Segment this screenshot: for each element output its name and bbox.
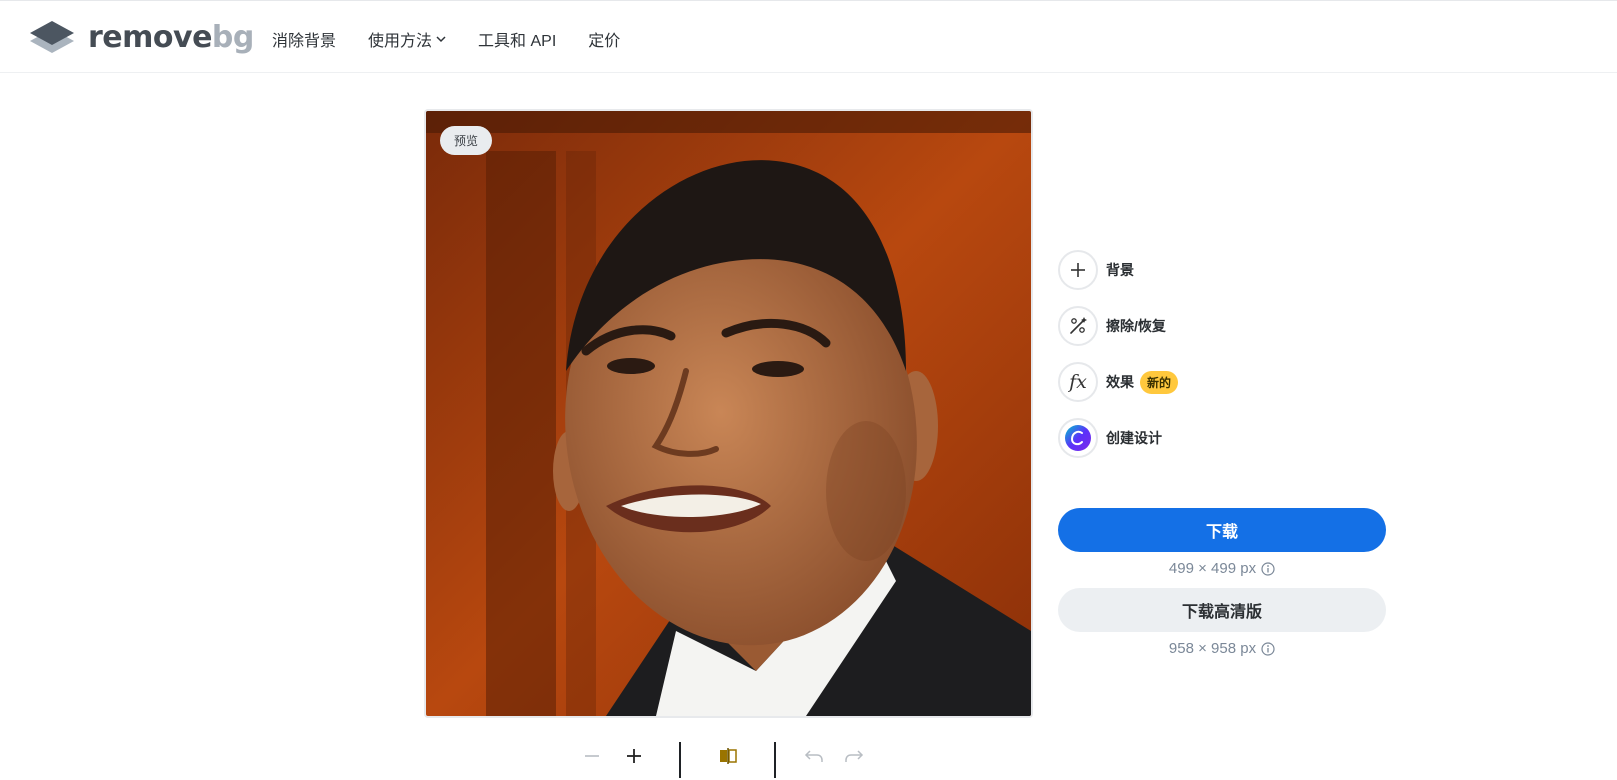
portrait-image — [426, 111, 1031, 716]
plus-icon — [1058, 250, 1098, 290]
zoom-in-icon[interactable] — [620, 742, 648, 770]
layers-logo-icon — [30, 21, 74, 53]
download-hd-size: 958 × 958 px — [1168, 640, 1257, 657]
redo-icon[interactable] — [840, 742, 868, 770]
nav-remove-background[interactable]: 消除背景 — [272, 27, 336, 51]
nav-label: 消除背景 — [272, 33, 337, 50]
magic-brush-icon — [1058, 306, 1098, 346]
toolbar-divider — [679, 742, 681, 778]
download-hd-size-info: 958 × 958 px — [1058, 640, 1386, 657]
logo-word-bg: bg — [211, 19, 254, 55]
tool-label: 效果 — [1106, 374, 1134, 390]
nav-how-to-use[interactable]: 使用方法 — [368, 27, 446, 51]
tool-background[interactable]: 背景 — [1058, 248, 1178, 292]
nav-label: 使用方法 — [368, 33, 433, 50]
logo-word-remove: remove — [88, 19, 212, 55]
new-badge: 新的 — [1140, 370, 1179, 394]
tool-effects[interactable]: fx 效果 新的 — [1058, 360, 1179, 404]
preview-badge: 预览 — [440, 126, 493, 155]
chevron-down-icon — [436, 36, 446, 43]
nav-tools-api[interactable]: 工具和 API — [478, 27, 556, 51]
info-icon[interactable] — [1261, 641, 1275, 656]
download-size-info: 499 × 499 px — [1058, 560, 1386, 577]
fx-icon: fx — [1058, 362, 1098, 402]
tool-label: 擦除/恢复 — [1106, 318, 1166, 334]
result-preview[interactable]: 预览 — [424, 109, 1033, 718]
canva-icon — [1058, 418, 1098, 458]
nav-pricing[interactable]: 定价 — [588, 27, 620, 51]
toolbar-divider — [774, 742, 776, 778]
edit-tools: 背景 擦除/恢复 fx 效果 新的 创建设计 — [1058, 248, 1179, 472]
tool-erase-restore[interactable]: 擦除/恢复 — [1058, 304, 1178, 348]
zoom-out-icon[interactable] — [578, 742, 606, 770]
preview-toolbar — [578, 742, 878, 778]
logo[interactable]: removebg — [30, 19, 254, 55]
tool-create-design[interactable]: 创建设计 — [1058, 416, 1178, 460]
top-navigation-bar: removebg 消除背景 使用方法 工具和 API 定价 — [0, 0, 1617, 73]
nav-label: 工具和 API — [478, 33, 557, 50]
tool-label: 创建设计 — [1106, 430, 1162, 446]
info-icon[interactable] — [1261, 561, 1275, 576]
logo-wordmark: removebg — [88, 20, 254, 55]
download-hd-button[interactable]: 下载高清版 — [1058, 588, 1386, 632]
main-nav: 消除背景 使用方法 工具和 API 定价 — [272, 27, 620, 51]
nav-label: 定价 — [588, 33, 621, 50]
undo-icon[interactable] — [800, 742, 828, 770]
compare-icon[interactable] — [714, 742, 742, 770]
download-size: 499 × 499 px — [1168, 560, 1257, 577]
tool-label: 背景 — [1106, 262, 1134, 278]
download-button[interactable]: 下载 — [1058, 508, 1386, 552]
